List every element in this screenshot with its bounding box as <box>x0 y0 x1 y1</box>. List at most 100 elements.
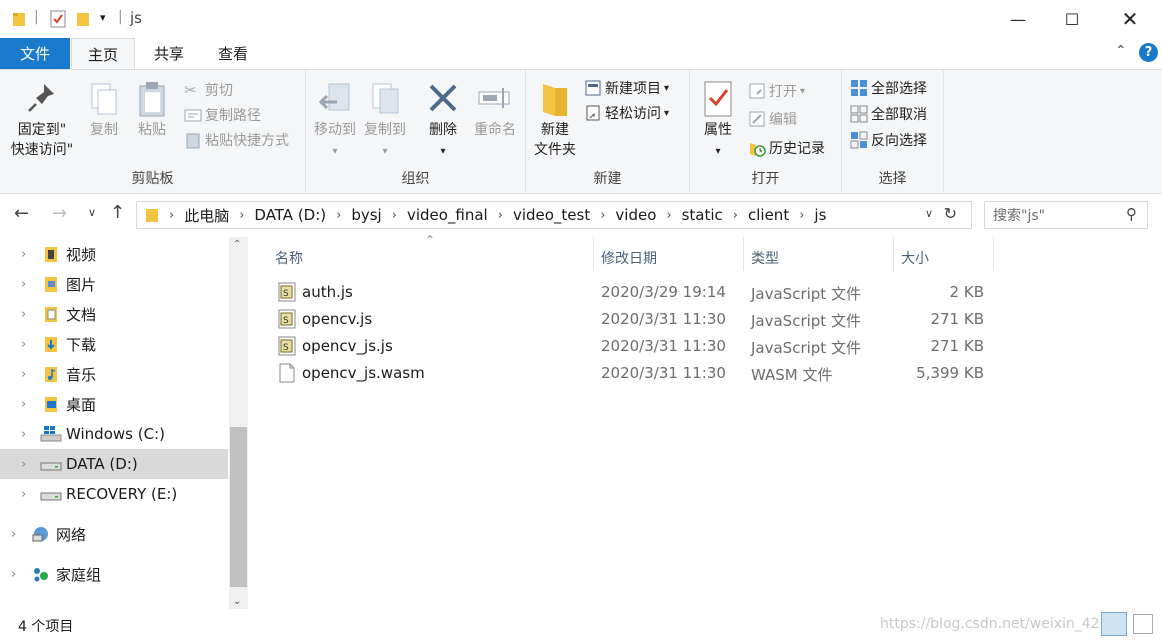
column-header-date[interactable]: 修改日期 <box>601 245 743 271</box>
breadcrumb-separator: › <box>799 207 805 223</box>
details-view-icon[interactable] <box>1101 612 1127 636</box>
nav-item-network[interactable]: › 网络 <box>0 519 228 549</box>
rename-button[interactable]: 重命名 <box>468 80 522 140</box>
nav-item-data-d[interactable]: › DATA (D:) <box>0 449 228 479</box>
breadcrumb-video[interactable]: video <box>615 206 656 224</box>
quick-access-dropdown-icon[interactable]: ▾ <box>100 11 106 24</box>
paste-icon <box>139 82 165 117</box>
move-to-button[interactable]: 移动到 ▾ <box>310 80 360 162</box>
nav-item-videos[interactable]: › 视频 <box>0 239 228 269</box>
file-date: 2020/3/29 19:14 <box>601 283 726 301</box>
help-icon[interactable]: ? <box>1139 43 1158 62</box>
column-header-type[interactable]: 类型 <box>751 245 893 271</box>
address-dropdown-icon[interactable]: ∨ <box>925 207 933 220</box>
column-divider[interactable] <box>893 237 894 271</box>
breadcrumb-separator: › <box>169 207 175 223</box>
pin-quick-access-button[interactable]: 固定到" 快速访问" <box>6 80 78 160</box>
nav-item-homegroup[interactable]: › 家庭组 <box>0 559 228 589</box>
chevron-right-icon[interactable]: › <box>21 457 26 472</box>
history-button[interactable]: 历史记录 <box>748 136 825 160</box>
breadcrumb-video-test[interactable]: video_test <box>513 206 590 224</box>
chevron-right-icon[interactable]: › <box>21 427 26 442</box>
chevron-right-icon[interactable]: › <box>21 277 26 292</box>
edit-button[interactable]: 编辑 <box>748 107 797 131</box>
up-icon[interactable]: ↑ <box>110 202 125 223</box>
nav-item-desktop[interactable]: › 桌面 <box>0 389 228 419</box>
properties-button[interactable]: 属性 ▾ <box>696 80 740 162</box>
copy-path-button[interactable]: 复制路径 <box>184 103 261 127</box>
refresh-icon[interactable]: ↻ <box>944 204 957 223</box>
search-input[interactable]: 搜索"js" ⚲ <box>984 201 1148 229</box>
file-row[interactable]: opencv_js.wasm 2020/3/31 11:30 WASM 文件 5… <box>276 360 996 387</box>
maximize-icon[interactable]: ☐ <box>1049 6 1095 32</box>
nav-item-downloads[interactable]: › 下载 <box>0 329 228 359</box>
column-header-name[interactable]: 名称 <box>275 245 593 271</box>
chevron-right-icon[interactable]: › <box>21 337 26 352</box>
copy-to-icon <box>372 83 399 114</box>
move-to-icon <box>318 83 350 111</box>
new-item-button[interactable]: 新建项目 ▾ <box>584 76 669 100</box>
delete-button[interactable]: 删除 ▾ <box>422 80 464 162</box>
paste-button[interactable]: 粘贴 <box>132 80 172 140</box>
large-icons-view-icon[interactable] <box>1133 614 1153 634</box>
nav-item-recovery-e[interactable]: › RECOVERY (E:) <box>0 479 228 509</box>
tab-view[interactable]: 查看 <box>203 38 263 69</box>
paste-shortcut-button[interactable]: 粘贴快捷方式 <box>184 128 289 152</box>
nav-item-music[interactable]: › 音乐 <box>0 359 228 389</box>
chevron-right-icon[interactable]: › <box>11 567 16 582</box>
breadcrumb-js[interactable]: js <box>814 206 826 224</box>
tab-file[interactable]: 文件 <box>0 38 70 69</box>
breadcrumb-data-drive[interactable]: DATA (D:) <box>254 206 326 224</box>
cut-button[interactable]: ✂ 剪切 <box>184 78 233 102</box>
scroll-up-icon[interactable]: ⌃ <box>233 239 241 250</box>
chevron-right-icon[interactable]: › <box>21 367 26 382</box>
open-button[interactable]: 打开 ▾ <box>748 79 805 103</box>
windows-drive-icon <box>40 426 62 442</box>
breadcrumb-this-pc[interactable]: 此电脑 <box>184 205 229 226</box>
nav-item-windows-c[interactable]: › Windows (C:) <box>0 419 228 449</box>
tab-home[interactable]: 主页 <box>71 38 135 69</box>
ribbon-collapse-icon[interactable]: ⌃ <box>1115 43 1127 59</box>
nav-item-documents[interactable]: › 文档 <box>0 299 228 329</box>
nav-item-pictures[interactable]: › 图片 <box>0 269 228 299</box>
select-all-button[interactable]: 全部选择 <box>850 76 927 100</box>
file-row[interactable]: S opencv.js 2020/3/31 11:30 JavaScript 文… <box>276 306 996 333</box>
easy-access-button[interactable]: 轻松访问 ▾ <box>584 101 669 125</box>
breadcrumb-static[interactable]: static <box>682 206 723 224</box>
address-bar[interactable]: › 此电脑 › DATA (D:) › bysj › video_final ›… <box>136 201 972 229</box>
new-folder-button[interactable]: 新建 文件夹 <box>530 80 580 160</box>
column-header-size[interactable]: 大小 <box>901 245 993 271</box>
column-divider[interactable] <box>743 237 744 271</box>
nav-scrollbar[interactable]: ⌃ ⌄ <box>229 237 248 609</box>
forward-icon[interactable]: → <box>52 203 67 224</box>
chevron-right-icon[interactable]: › <box>21 247 26 262</box>
recent-locations-icon[interactable]: ∨ <box>88 206 96 219</box>
breadcrumb-video-final[interactable]: video_final <box>407 206 488 224</box>
navigation-bar: ← → ∨ ↑ › 此电脑 › DATA (D:) › bysj › video… <box>0 195 1162 235</box>
chevron-right-icon[interactable]: › <box>21 487 26 502</box>
file-row[interactable]: S auth.js 2020/3/29 19:14 JavaScript 文件 … <box>276 279 996 306</box>
column-divider[interactable] <box>993 237 994 271</box>
file-row[interactable]: S opencv_js.js 2020/3/31 11:30 JavaScrip… <box>276 333 996 360</box>
select-none-button[interactable]: 全部取消 <box>850 102 927 126</box>
copy-button[interactable]: 复制 <box>84 80 124 140</box>
close-icon[interactable]: ✕ <box>1107 6 1153 32</box>
documents-folder-icon <box>45 307 57 322</box>
breadcrumb-client[interactable]: client <box>748 206 789 224</box>
chevron-right-icon[interactable]: › <box>11 527 16 542</box>
tab-share[interactable]: 共享 <box>139 38 199 69</box>
column-divider[interactable] <box>593 237 594 271</box>
scrollbar-thumb[interactable] <box>230 427 247 587</box>
copy-to-button[interactable]: 复制到 ▾ <box>360 80 410 162</box>
select-all-icon <box>851 80 867 96</box>
chevron-right-icon[interactable]: › <box>21 307 26 322</box>
scroll-down-icon[interactable]: ⌄ <box>233 596 241 607</box>
new-folder-quick-icon[interactable] <box>76 11 90 27</box>
back-icon[interactable]: ← <box>14 203 29 224</box>
invert-selection-button[interactable]: 反向选择 <box>850 128 927 152</box>
minimize-icon[interactable]: — <box>995 6 1041 32</box>
file-name: opencv_js.js <box>302 337 393 355</box>
chevron-right-icon[interactable]: › <box>21 397 26 412</box>
breadcrumb-bysj[interactable]: bysj <box>351 206 381 224</box>
properties-quick-icon[interactable] <box>50 10 66 28</box>
